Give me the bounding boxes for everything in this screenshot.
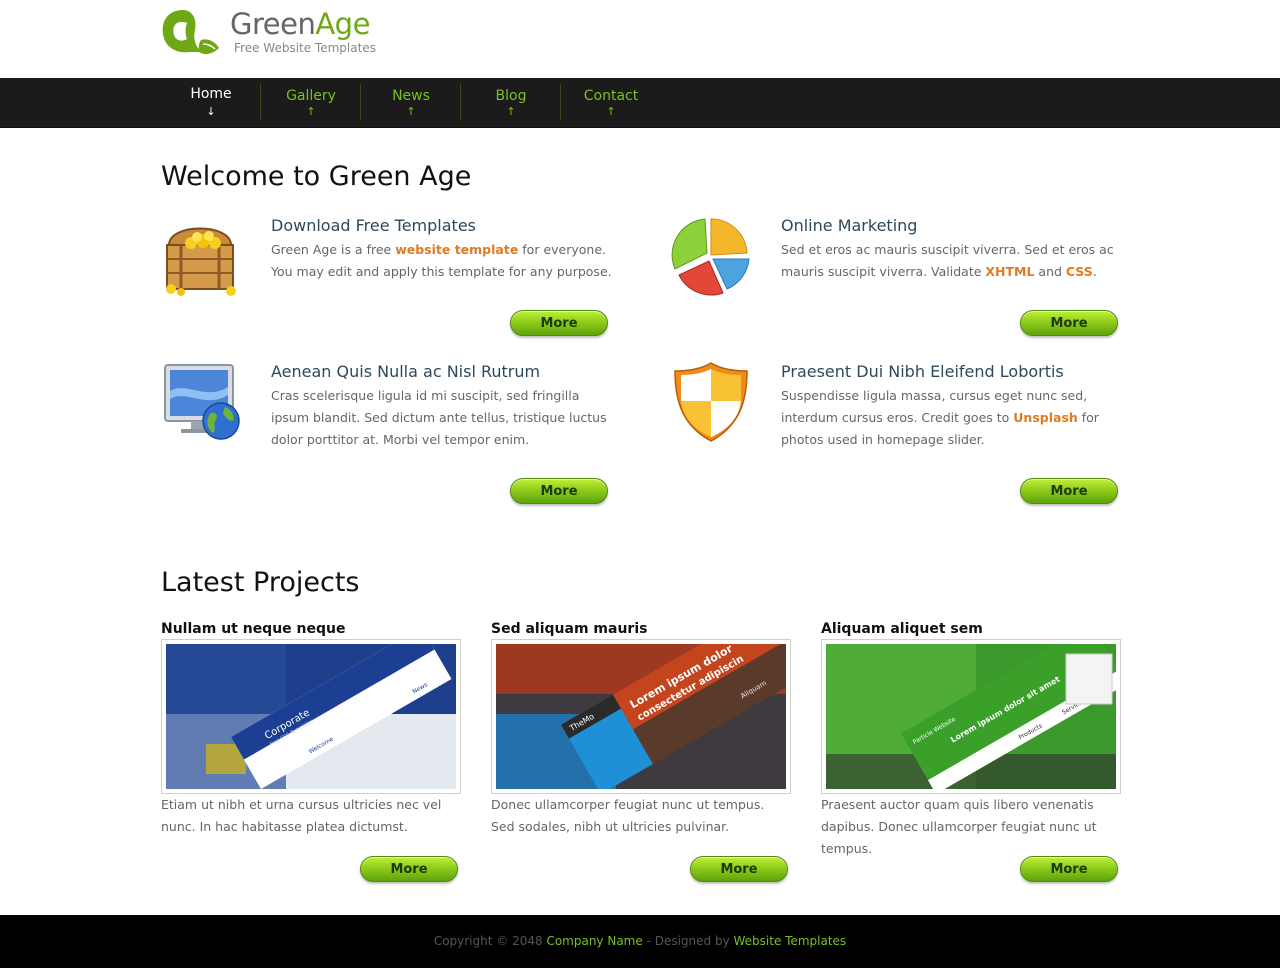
company-name-link[interactable]: Company Name — [546, 934, 642, 948]
nav-item-label: Contact — [583, 88, 639, 104]
project-card: Sed aliquam mauris TheMo Lorem ipsum dol… — [491, 621, 791, 882]
more-button[interactable]: More — [690, 856, 788, 882]
project-card: Nullam ut neque neque Corporate Free CSS… — [161, 621, 461, 882]
site-logo[interactable]: GreenAge Free Website Templates — [161, 7, 376, 60]
copyright-text: Copyright © 2048 — [433, 934, 547, 948]
css-link[interactable]: CSS — [1066, 264, 1093, 279]
logo-title-part2: Age — [315, 7, 370, 41]
welcome-heading: Welcome to Green Age — [161, 161, 472, 192]
site-footer: Copyright © 2048 Company Name - Designed… — [0, 915, 1280, 968]
feature-download-templates: Download Free Templates Green Age is a f… — [161, 215, 621, 355]
project-thumbnail[interactable]: Corporate Free CSS Templates Welcome New… — [161, 639, 461, 794]
project-card: Aliquam aliquet sem Particle Website Lor… — [821, 621, 1121, 882]
feature-text: Suspendisse ligula massa, cursus eget nu… — [781, 385, 1126, 451]
feature-title[interactable]: Download Free Templates — [271, 216, 476, 235]
more-button[interactable]: More — [1020, 478, 1118, 504]
feature-text: Green Age is a free website template for… — [271, 239, 616, 283]
project-text: Praesent auctor quam quis libero venenat… — [821, 797, 1097, 856]
logo-tagline: Free Website Templates — [234, 41, 376, 55]
xhtml-link[interactable]: XHTML — [985, 264, 1034, 279]
website-templates-link[interactable]: Website Templates — [734, 934, 847, 948]
logo-title-part1: Green — [230, 7, 316, 41]
pie-chart-icon — [671, 218, 750, 296]
arrow-down-icon: ↓ — [206, 105, 216, 118]
nav-item-label: Home — [190, 86, 232, 102]
project-title[interactable]: Nullam ut neque neque — [161, 621, 346, 637]
project-text: Donec ullamcorper feugiat nunc ut tempus… — [491, 797, 765, 834]
shield-icon — [674, 362, 748, 442]
monitor-globe-icon — [164, 364, 240, 440]
nav-item-contact[interactable]: Contact ↑ — [561, 78, 661, 127]
arrow-up-icon: ↑ — [606, 105, 616, 118]
nav-item-label: Gallery — [286, 88, 336, 104]
unsplash-link[interactable]: Unsplash — [1013, 410, 1078, 425]
feature-aenean: Aenean Quis Nulla ac Nisl Rutrum Cras sc… — [161, 361, 621, 504]
project-title[interactable]: Aliquam aliquet sem — [821, 621, 983, 637]
website-template-link[interactable]: website template — [395, 242, 518, 257]
arrow-up-icon: ↑ — [306, 105, 316, 118]
arrow-up-icon: ↑ — [406, 105, 416, 118]
projects-heading: Latest Projects — [161, 567, 360, 598]
project-text: Etiam ut nibh et urna cursus ultricies n… — [161, 797, 442, 834]
nav-item-gallery[interactable]: Gallery ↑ — [261, 78, 361, 127]
treasure-chest-icon — [166, 227, 236, 296]
project-thumbnail[interactable]: TheMo Lorem ipsum dolor consectetur adip… — [491, 639, 791, 794]
arrow-up-icon: ↑ — [506, 105, 516, 118]
project-title[interactable]: Sed aliquam mauris — [491, 621, 647, 637]
more-button[interactable]: More — [360, 856, 458, 882]
feature-title[interactable]: Praesent Dui Nibh Eleifend Lobortis — [781, 362, 1064, 381]
feature-text-part: . — [1092, 264, 1097, 279]
more-button[interactable]: More — [1020, 856, 1118, 882]
more-button[interactable]: More — [510, 478, 608, 504]
designed-by-text: - Designed by — [642, 934, 734, 948]
site-header: GreenAge Free Website Templates — [0, 0, 1280, 78]
main-nav: Home ↓ Gallery ↑ News ↑ Blog ↑ Contact ↑ — [0, 78, 1280, 128]
nav-item-news[interactable]: News ↑ — [361, 78, 461, 127]
feature-text-part: and — [1034, 264, 1066, 279]
nav-item-label: News — [392, 88, 430, 104]
project-thumbnail-image: Particle Website Lorem ipsum dolor sit a… — [826, 644, 1116, 789]
footer-copyright: Copyright © 2048 Company Name - Designed… — [0, 934, 1280, 948]
feature-text: Cras scelerisque ligula id mi suscipit, … — [271, 388, 607, 447]
more-button[interactable]: More — [510, 310, 608, 336]
feature-title[interactable]: Aenean Quis Nulla ac Nisl Rutrum — [271, 362, 540, 381]
more-button[interactable]: More — [1020, 310, 1118, 336]
feature-online-marketing: Online Marketing Sed et eros ac mauris s… — [671, 215, 1131, 355]
nav-item-label: Blog — [495, 88, 527, 104]
project-thumbnail-image: TheMo Lorem ipsum dolor consectetur adip… — [496, 644, 786, 789]
feature-praesent: Praesent Dui Nibh Eleifend Lobortis Susp… — [671, 361, 1131, 504]
feature-text: Sed et eros ac mauris suscipit viverra. … — [781, 239, 1126, 283]
project-thumbnail[interactable]: Particle Website Lorem ipsum dolor sit a… — [821, 639, 1121, 794]
logo-title: GreenAge — [230, 7, 370, 41]
project-thumbnail-image: Corporate Free CSS Templates Welcome New… — [166, 644, 456, 789]
feature-text-part: Green Age is a free — [271, 242, 396, 257]
nav-item-blog[interactable]: Blog ↑ — [461, 78, 561, 127]
logo-leaf-icon — [162, 10, 219, 55]
feature-title[interactable]: Online Marketing — [781, 216, 917, 235]
nav-item-home[interactable]: Home ↓ — [161, 78, 261, 127]
